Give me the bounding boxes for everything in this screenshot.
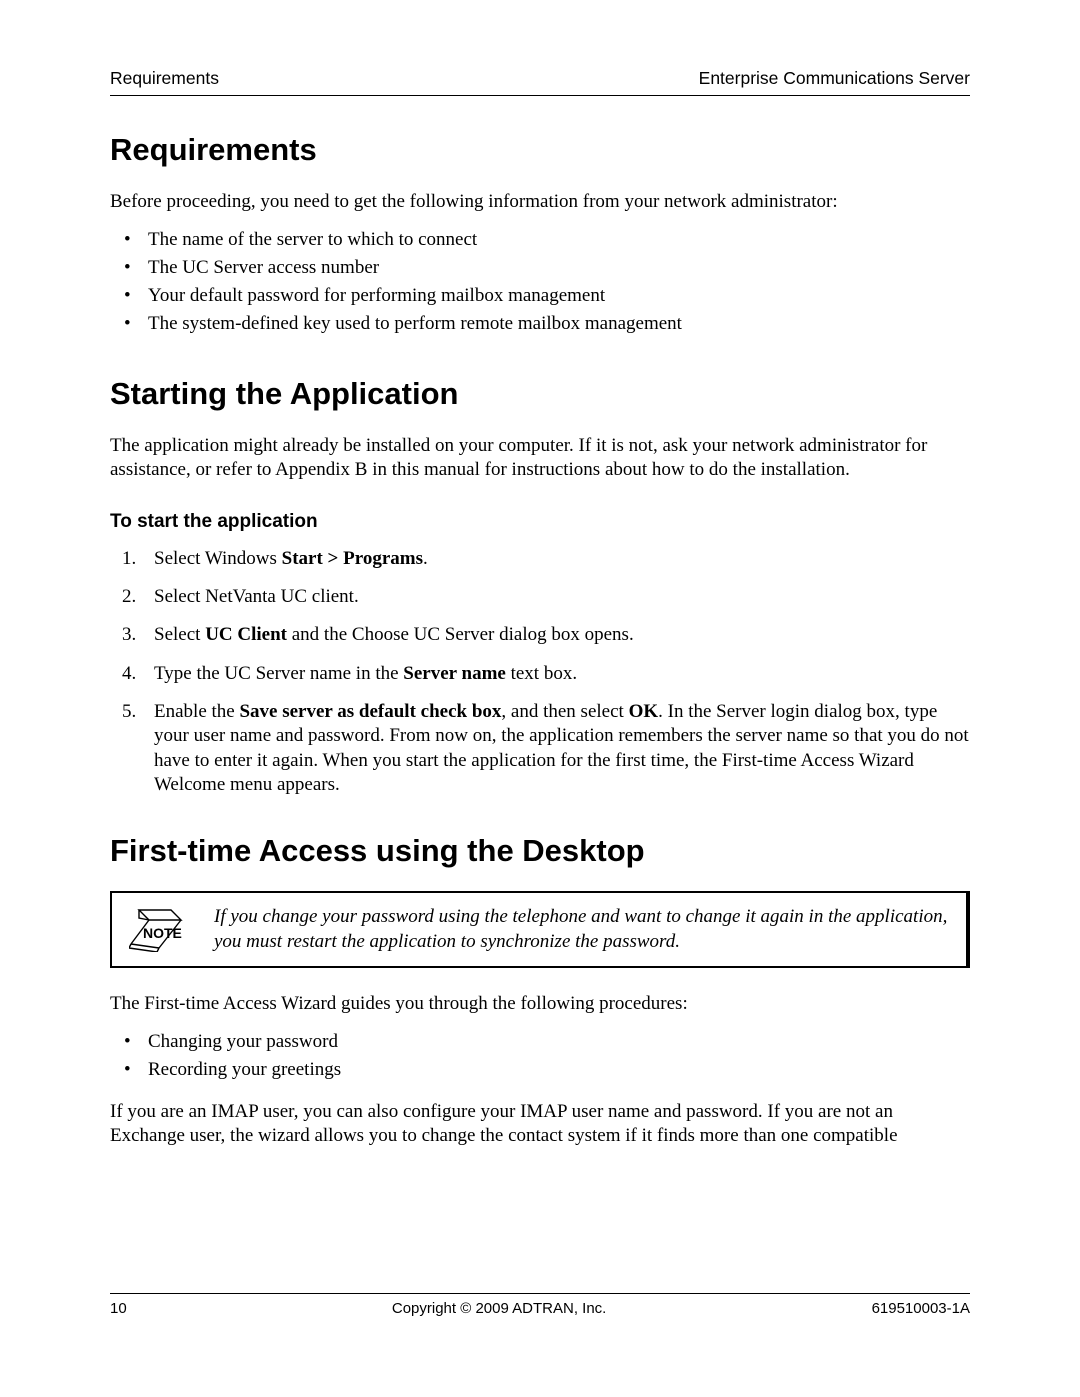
step-2: Select NetVanta UC client. xyxy=(110,585,970,609)
step-text: and the Choose UC Server dialog box open… xyxy=(287,624,634,645)
list-item: Your default password for performing mai… xyxy=(110,284,970,308)
header-right: Enterprise Communications Server xyxy=(699,68,970,89)
subhead-to-start: To start the application xyxy=(110,511,970,533)
step-4: Type the UC Server name in the Server na… xyxy=(110,662,970,686)
list-item: The UC Server access number xyxy=(110,256,970,280)
footer-docnum: 619510003-1A xyxy=(872,1300,970,1317)
note-label-text: NOTE xyxy=(143,925,182,941)
header-left: Requirements xyxy=(110,68,219,89)
heading-first-time-access: First-time Access using the Desktop xyxy=(110,833,970,869)
heading-starting-app: Starting the Application xyxy=(110,376,970,412)
list-item: The system-defined key used to perform r… xyxy=(110,312,970,336)
step-bold: UC Client xyxy=(205,624,287,645)
start-steps: Select Windows Start > Programs. Select … xyxy=(110,547,970,798)
requirements-intro: Before proceeding, you need to get the f… xyxy=(110,190,970,214)
document-page: Requirements Enterprise Communications S… xyxy=(0,0,1080,1397)
page-number: 10 xyxy=(110,1300,127,1317)
step-5: Enable the Save server as default check … xyxy=(110,700,970,797)
note-icon: NOTE xyxy=(122,908,192,952)
step-bold: Server name xyxy=(403,663,506,684)
step-text: . xyxy=(423,548,428,569)
step-3: Select UC Client and the Choose UC Serve… xyxy=(110,623,970,647)
starting-intro: The application might already be install… xyxy=(110,434,970,483)
step-text: Select Windows xyxy=(154,548,282,569)
note-callout: NOTE If you change your password using t… xyxy=(110,891,970,968)
step-bold: OK xyxy=(629,701,659,722)
step-text: text box. xyxy=(506,663,577,684)
step-bold: Save server as default check box xyxy=(239,701,501,722)
page-footer: 10 Copyright © 2009 ADTRAN, Inc. 6195100… xyxy=(110,1293,970,1317)
note-text: If you change your password using the te… xyxy=(214,905,948,954)
first-time-list: Changing your password Recording your gr… xyxy=(110,1030,970,1082)
step-bold: Start > Programs xyxy=(282,548,423,569)
step-1: Select Windows Start > Programs. xyxy=(110,547,970,571)
footer-copyright: Copyright © 2009 ADTRAN, Inc. xyxy=(127,1300,872,1317)
first-time-tail: If you are an IMAP user, you can also co… xyxy=(110,1100,970,1149)
running-header: Requirements Enterprise Communications S… xyxy=(110,68,970,96)
requirements-list: The name of the server to which to conne… xyxy=(110,228,970,336)
first-time-lead: The First-time Access Wizard guides you … xyxy=(110,992,970,1016)
step-text: Enable the xyxy=(154,701,239,722)
step-text: Select xyxy=(154,624,205,645)
step-text: , and then select xyxy=(501,701,628,722)
step-text: Type the UC Server name in the xyxy=(154,663,403,684)
list-item: The name of the server to which to conne… xyxy=(110,228,970,252)
list-item: Recording your greetings xyxy=(110,1058,970,1082)
heading-requirements: Requirements xyxy=(110,132,970,168)
list-item: Changing your password xyxy=(110,1030,970,1054)
